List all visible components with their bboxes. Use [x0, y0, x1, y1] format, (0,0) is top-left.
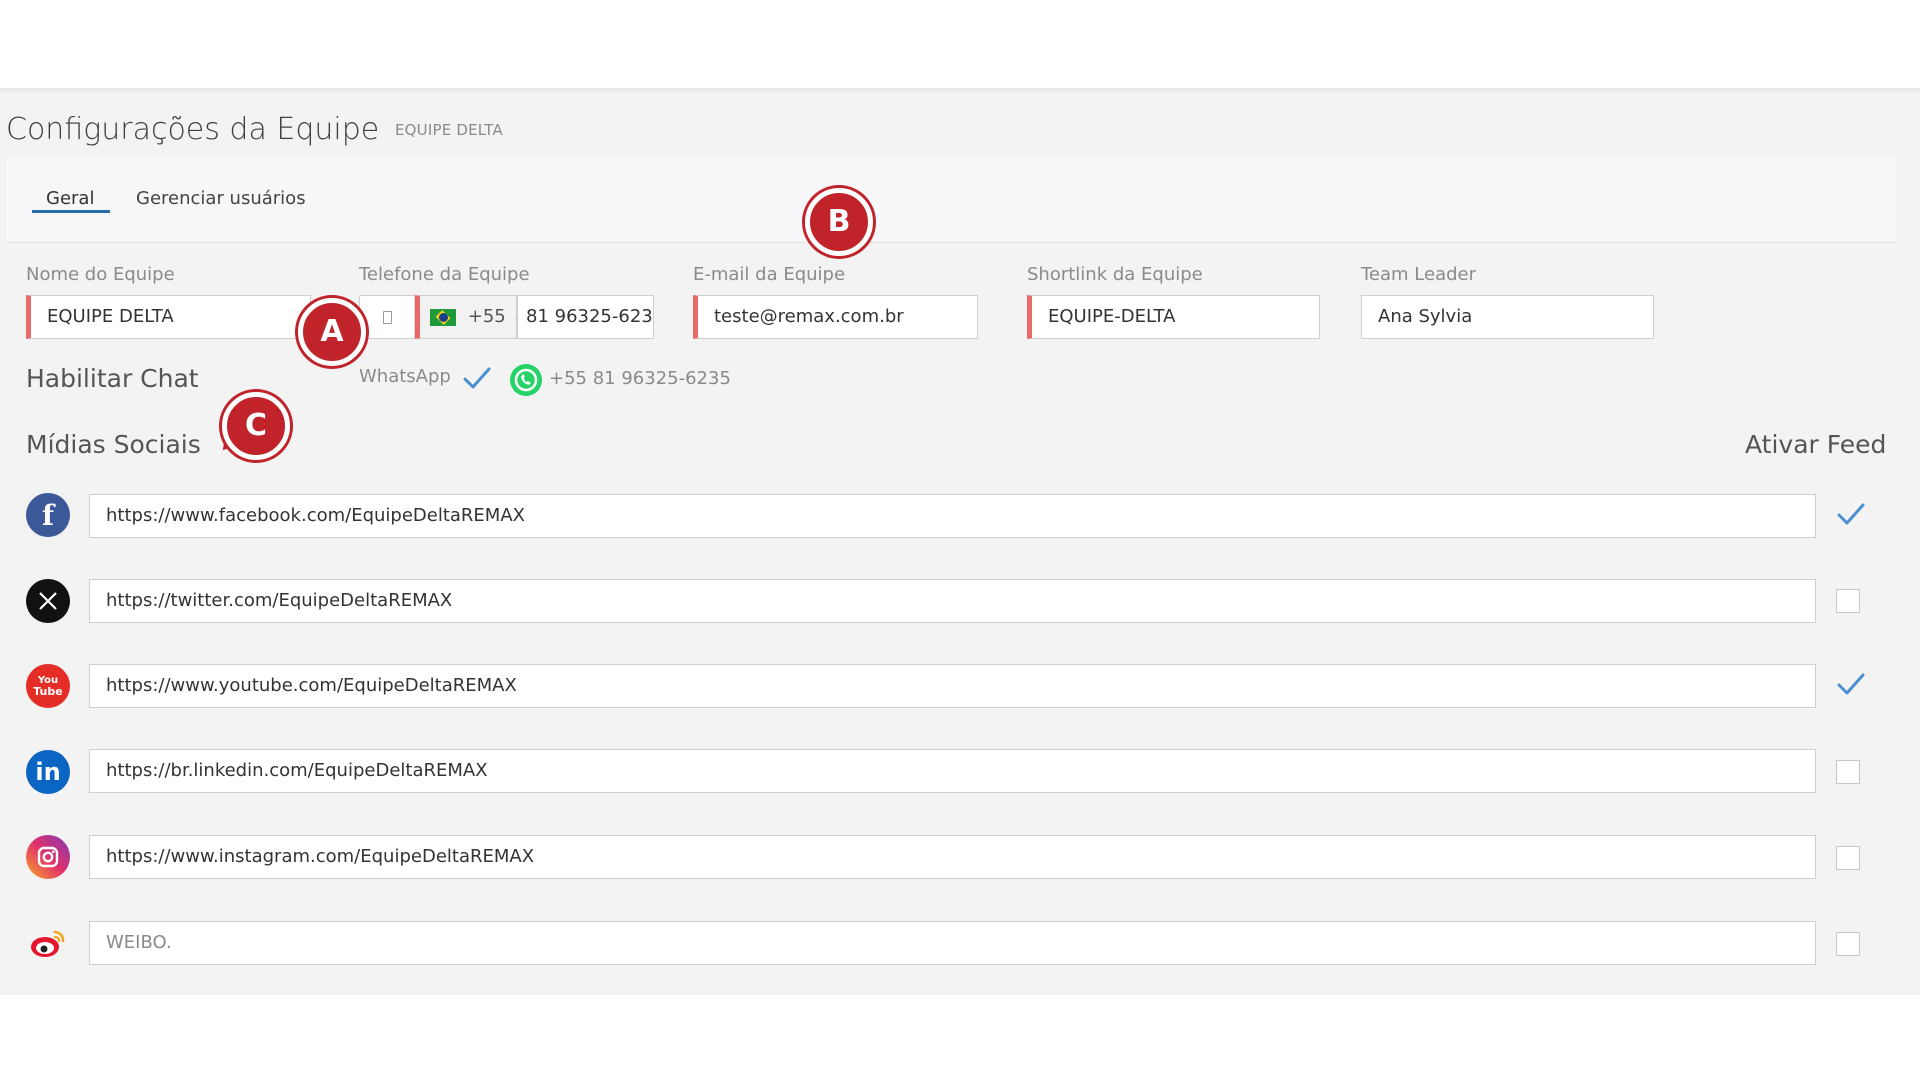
facebook-url-input[interactable]: https://www.facebook.com/EquipeDeltaREMA… — [89, 494, 1816, 538]
phone-icon — [382, 310, 392, 324]
team-phone-label: Telefone da Equipe — [359, 264, 530, 285]
youtube-feed-check-icon[interactable] — [1836, 672, 1866, 696]
brazil-flag-icon — [430, 308, 456, 326]
whatsapp-enabled-check-icon[interactable] — [462, 366, 492, 390]
tab-gerenciar-usuarios[interactable]: Gerenciar usuários — [136, 188, 306, 219]
annotation-badge-b: B — [805, 188, 873, 256]
twitter-url-input[interactable]: https://twitter.com/EquipeDeltaREMAX — [89, 579, 1816, 623]
tab-bar: Geral Gerenciar usuários — [6, 158, 1896, 243]
youtube-icon: You Tube — [26, 664, 70, 708]
team-name-label: Nome do Equipe — [26, 264, 175, 285]
twitter-feed-checkbox[interactable] — [1836, 589, 1860, 613]
team-leader-label: Team Leader — [1361, 264, 1477, 285]
facebook-feed-check-icon[interactable] — [1836, 502, 1866, 526]
weibo-icon — [26, 921, 70, 965]
team-name-input[interactable]: EQUIPE DELTA — [26, 295, 311, 339]
team-email-input[interactable]: teste@remax.com.br — [693, 295, 978, 339]
team-leader-input[interactable]: Ana Sylvia — [1361, 295, 1654, 339]
facebook-icon: f — [26, 493, 70, 537]
weibo-feed-checkbox[interactable] — [1836, 932, 1860, 956]
top-divider — [0, 88, 1920, 94]
annotation-badge-a: A — [298, 298, 366, 366]
team-shortlink-input[interactable]: EQUIPE-DELTA — [1027, 295, 1320, 339]
youtube-url-input[interactable]: https://www.youtube.com/EquipeDeltaREMAX — [89, 664, 1816, 708]
weibo-url-input[interactable]: WEIBO. — [89, 921, 1816, 965]
instagram-icon — [26, 835, 70, 879]
team-email-label: E-mail da Equipe — [693, 264, 846, 285]
country-code-value: +55 — [467, 306, 506, 327]
whatsapp-icon — [510, 364, 542, 396]
team-shortlink-label: Shortlink da Equipe — [1027, 264, 1203, 285]
instagram-feed-checkbox[interactable] — [1836, 846, 1860, 870]
enable-chat-label: Habilitar Chat — [26, 364, 199, 393]
whatsapp-label: WhatsApp — [359, 366, 451, 387]
tab-geral[interactable]: Geral — [46, 188, 94, 219]
linkedin-icon: in — [26, 750, 70, 794]
annotation-badge-c: C — [222, 392, 290, 460]
linkedin-feed-checkbox[interactable] — [1836, 760, 1860, 784]
phone-type-button[interactable] — [359, 295, 415, 339]
linkedin-url-input[interactable]: https://br.linkedin.com/EquipeDeltaREMAX — [89, 749, 1816, 793]
country-code-select[interactable]: +55 ▾ — [415, 295, 517, 339]
team-phone-input[interactable]: 81 96325-623 — [517, 295, 654, 339]
page-subtitle: EQUIPE DELTA — [395, 121, 503, 139]
instagram-url-input[interactable]: https://www.instagram.com/EquipeDeltaREM… — [89, 835, 1816, 879]
enable-feed-label: Ativar Feed — [1745, 430, 1887, 459]
active-tab-indicator — [32, 210, 110, 213]
x-twitter-icon — [26, 579, 70, 623]
social-media-title: Mídias Sociais — [26, 430, 201, 459]
whatsapp-number: +55 81 96325-6235 — [549, 368, 731, 389]
page-title: Configurações da Equipe — [6, 112, 380, 147]
